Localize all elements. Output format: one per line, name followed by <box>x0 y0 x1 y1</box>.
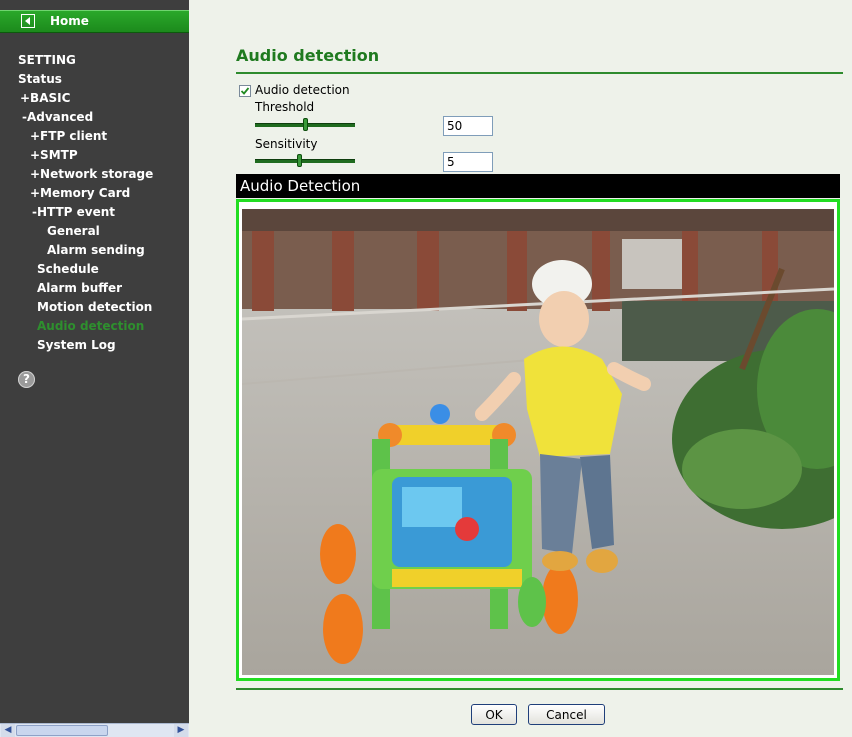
nav-basic[interactable]: +BASIC <box>20 90 70 106</box>
threshold-slider[interactable] <box>255 118 355 132</box>
threshold-label: Threshold <box>255 100 315 114</box>
ok-button[interactable]: OK <box>471 704 517 725</box>
nav-http-event[interactable]: -HTTP event <box>32 204 115 220</box>
nav-alarm-sending[interactable]: Alarm sending <box>47 242 145 258</box>
scrollbar-thumb[interactable] <box>16 725 108 736</box>
bottom-divider <box>236 688 843 690</box>
sensitivity-slider-track <box>255 159 355 163</box>
back-arrow-icon[interactable] <box>21 14 35 28</box>
video-title-bar: Audio Detection <box>236 174 840 198</box>
nav-smtp[interactable]: +SMTP <box>30 147 78 163</box>
nav-schedule[interactable]: Schedule <box>37 261 99 277</box>
nav-setting: SETTING <box>18 53 76 67</box>
video-preview <box>236 199 840 681</box>
camera-image <box>242 209 834 675</box>
nav-status[interactable]: Status <box>18 71 62 87</box>
nav-ftp-client[interactable]: +FTP client <box>30 128 107 144</box>
cancel-button[interactable]: Cancel <box>528 704 605 725</box>
sidebar: Home SETTING Status +BASIC -Advanced +FT… <box>0 0 189 737</box>
sensitivity-input[interactable] <box>443 152 493 172</box>
home-bar[interactable]: Home <box>0 10 189 33</box>
nav-alarm-buffer[interactable]: Alarm buffer <box>37 280 122 296</box>
audio-detection-checkbox[interactable] <box>239 85 251 97</box>
nav-network-storage[interactable]: +Network storage <box>30 166 153 182</box>
nav-system-log[interactable]: System Log <box>37 337 116 353</box>
home-link[interactable]: Home <box>50 14 89 28</box>
page-title: Audio detection <box>236 46 380 65</box>
sensitivity-label: Sensitivity <box>255 137 318 151</box>
audio-detection-checkbox-label: Audio detection <box>255 83 350 97</box>
scroll-right-icon[interactable]: ▶ <box>174 724 188 737</box>
nav-memory-card[interactable]: +Memory Card <box>30 185 130 201</box>
checkmark-icon <box>240 87 250 95</box>
nav-general[interactable]: General <box>47 223 100 239</box>
scroll-left-icon[interactable]: ◀ <box>1 724 15 737</box>
threshold-input[interactable] <box>443 116 493 136</box>
help-icon[interactable]: ? <box>18 371 35 388</box>
threshold-slider-thumb[interactable] <box>303 118 308 131</box>
nav-advanced[interactable]: -Advanced <box>22 109 93 125</box>
title-divider <box>236 72 843 74</box>
sensitivity-slider-thumb[interactable] <box>297 154 302 167</box>
horizontal-scrollbar[interactable]: ◀ ▶ <box>0 723 189 737</box>
nav-motion-detection[interactable]: Motion detection <box>37 299 152 315</box>
sensitivity-slider[interactable] <box>255 154 355 168</box>
nav-audio-detection[interactable]: Audio detection <box>37 318 144 334</box>
